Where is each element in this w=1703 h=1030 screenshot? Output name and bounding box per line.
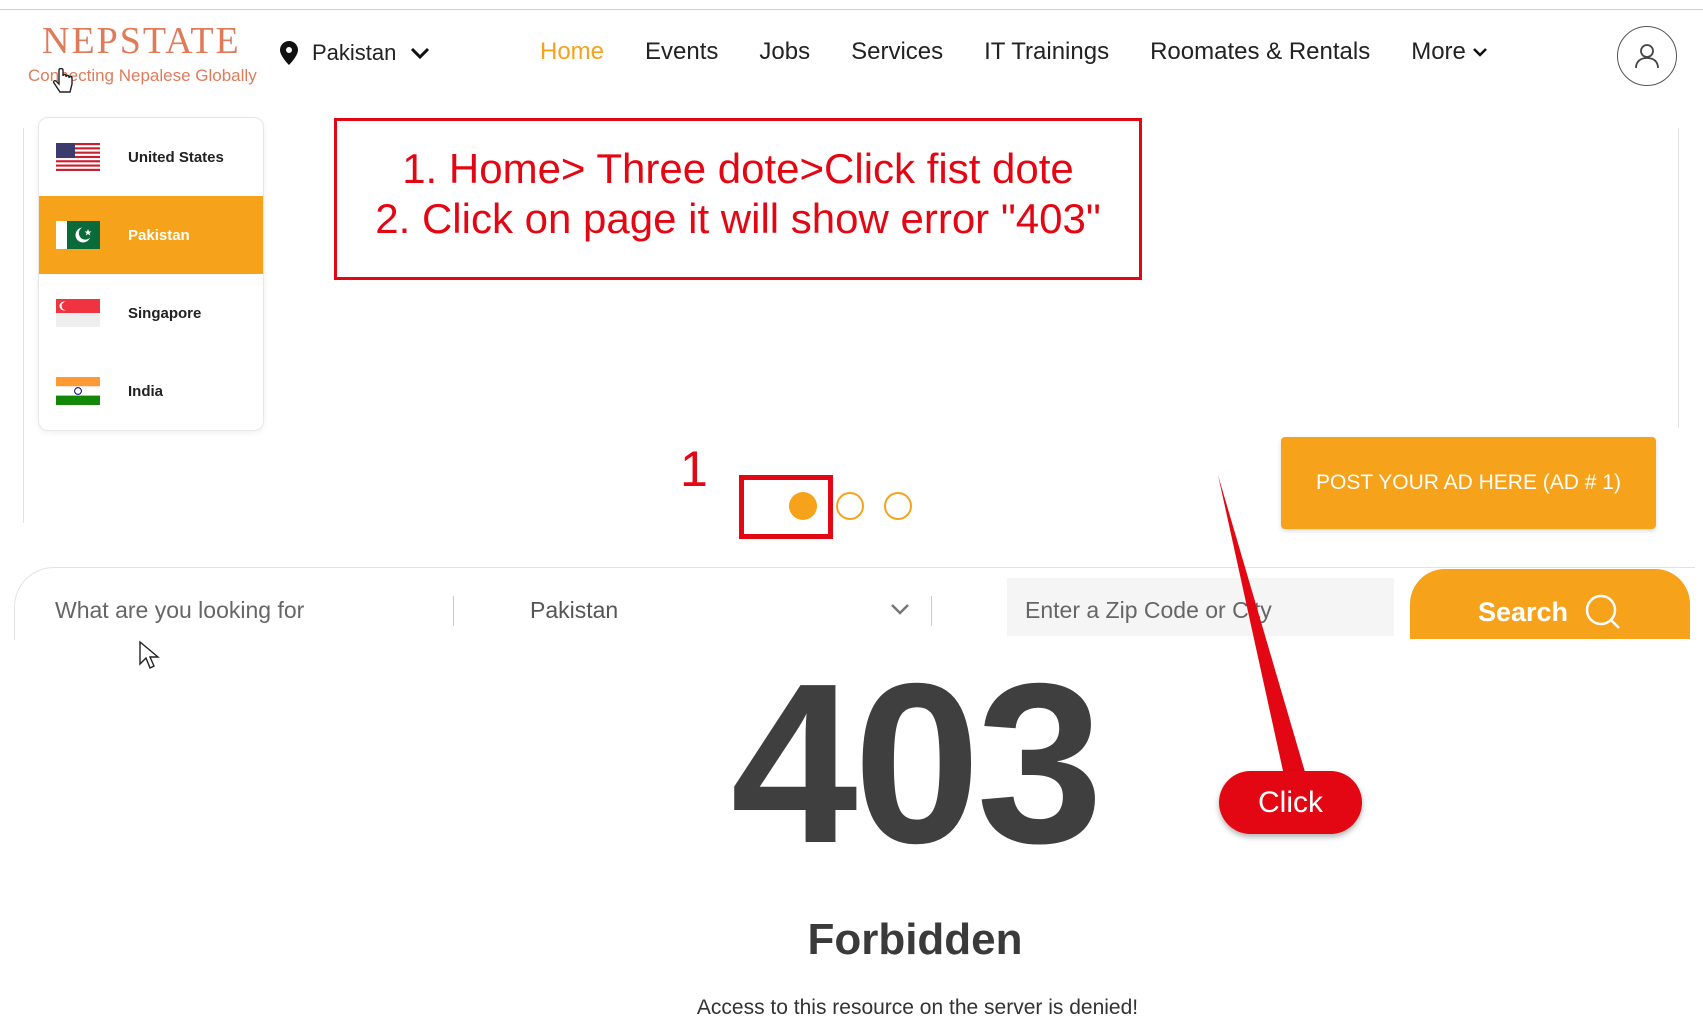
hand-cursor-icon — [52, 68, 73, 93]
search-button[interactable]: Search — [1410, 569, 1690, 639]
country-option-singapore[interactable]: Singapore — [39, 274, 263, 352]
search-divider — [453, 596, 454, 626]
map-pin-icon — [280, 41, 298, 65]
nav-events[interactable]: Events — [645, 38, 718, 66]
annotation-line-2: 2. Click on page it will show error "403… — [375, 195, 1101, 242]
error-message: Access to this resource on the server is… — [696, 996, 1139, 1019]
sg-flag-icon — [56, 299, 100, 327]
chevron-down-icon — [411, 47, 430, 60]
carousel-dot-1[interactable] — [789, 492, 817, 520]
nav-jobs[interactable]: Jobs — [759, 38, 810, 66]
pk-flag-icon — [56, 221, 100, 249]
click-annotation: Click — [1219, 771, 1362, 834]
arrow-cursor-icon — [139, 640, 160, 669]
user-account-button[interactable] — [1617, 26, 1677, 86]
post-ad-button[interactable]: POST YOUR AD HERE (AD # 1) — [1281, 437, 1656, 529]
user-icon — [1635, 44, 1659, 69]
country-option-united-states[interactable]: United States — [39, 118, 263, 196]
search-button-label: Search — [1477, 597, 1569, 627]
chevron-down-icon — [1473, 48, 1487, 57]
country-option-pakistan[interactable]: Pakistan — [39, 196, 263, 274]
hero-frame-left — [23, 128, 24, 523]
zip-placeholder: Enter a Zip Code or City — [1025, 597, 1272, 623]
chevron-down-icon[interactable] — [890, 602, 910, 616]
country-label: Pakistan — [128, 226, 190, 244]
country-label: United States — [128, 148, 224, 166]
country-dropdown: United States Pakistan Singapore India — [38, 117, 264, 431]
annotation-highlight-box — [739, 475, 833, 539]
nav-home[interactable]: Home — [540, 38, 604, 66]
nav-more[interactable]: More — [1411, 38, 1488, 66]
nav-it-trainings[interactable]: IT Trainings — [984, 38, 1109, 66]
location-label: Pakistan — [312, 40, 397, 65]
search-divider — [931, 596, 932, 626]
nav-services[interactable]: Services — [851, 38, 943, 66]
country-option-india[interactable]: India — [39, 352, 263, 430]
annotation-marker: 1 — [680, 441, 708, 497]
error-title: Forbidden — [807, 915, 1023, 964]
carousel-dot-2[interactable] — [836, 492, 864, 520]
search-icon — [1585, 594, 1620, 629]
country-label: India — [128, 382, 164, 400]
in-flag-icon — [56, 377, 100, 405]
location-selector[interactable]: Pakistan — [280, 40, 430, 66]
carousel-dot-3[interactable] — [884, 492, 912, 520]
top-divider — [0, 9, 1703, 10]
search-country-select[interactable]: Pakistan — [530, 597, 618, 624]
error-code: 403 — [730, 637, 1103, 891]
search-input[interactable]: What are you looking for — [55, 597, 304, 624]
main-nav: Home Events Jobs Services IT Trainings R… — [540, 38, 1529, 66]
nav-more-label: More — [1411, 38, 1466, 65]
annotation-line-1: 1. Home> Three dote>Click fist dote — [402, 145, 1074, 192]
us-flag-icon — [56, 143, 100, 171]
logo-title: NEPSTATE — [42, 20, 241, 62]
annotation-box: 1. Home> Three dote>Click fist dote 2. C… — [334, 118, 1142, 280]
nav-roommates-rentals[interactable]: Roomates & Rentals — [1150, 38, 1370, 66]
hero-frame-right — [1678, 128, 1679, 428]
country-label: Singapore — [128, 304, 202, 322]
